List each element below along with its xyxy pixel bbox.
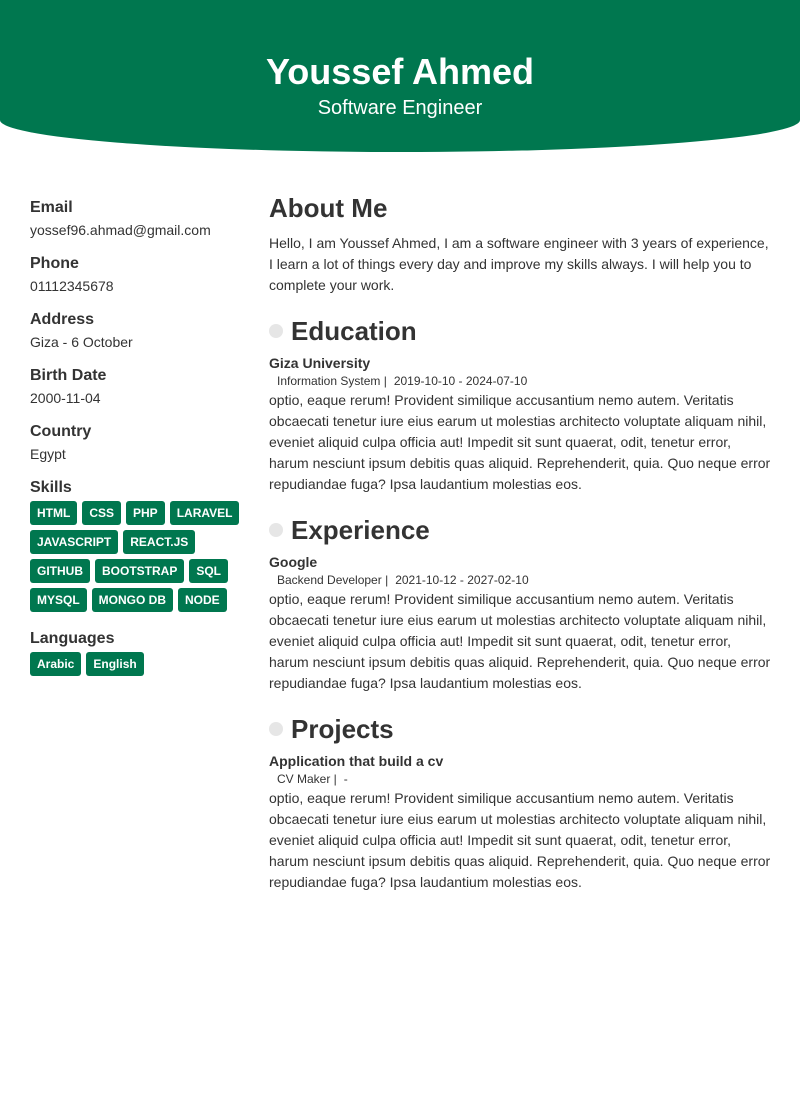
person-name: Youssef Ahmed	[265, 51, 535, 92]
languages-section: Languages Arabic English	[30, 629, 245, 676]
entry-meta: Backend Developer | 2021-10-12 - 2027-02-…	[269, 572, 771, 588]
resume-header: Youssef Ahmed Software Engineer	[0, 0, 800, 152]
entry-meta: CV Maker | -	[269, 771, 771, 787]
entry-role: CV Maker |	[277, 772, 337, 786]
main-content: About Me Hello, I am Youssef Ahmed, I am…	[269, 192, 771, 893]
section-heading: Experience	[269, 513, 771, 547]
info-email: Email yossef96.ahmad@gmail.com	[30, 198, 245, 239]
skill-tag: BOOTSTRAP	[95, 559, 185, 583]
skill-tag: JAVASCRIPT	[30, 530, 119, 554]
skills-section: Skills HTML CSS PHP LARAVEL JAVASCRIPT R…	[30, 478, 245, 612]
info-country: Country Egypt	[30, 422, 245, 463]
about-heading: About Me	[269, 193, 388, 223]
info-label: Email	[30, 199, 73, 216]
education-heading: Education	[291, 316, 417, 346]
entry-title: Giza University	[269, 355, 371, 371]
education-section: Education Giza University Information Sy…	[269, 314, 771, 495]
section-heading: Projects	[269, 712, 771, 746]
section-heading: Education	[269, 314, 771, 348]
skills-heading: Skills	[30, 479, 72, 496]
entry-description: optio, eaque rerum! Provident similique …	[269, 392, 771, 492]
info-label: Country	[30, 423, 92, 440]
projects-section: Projects Application that build a cv CV …	[269, 712, 771, 893]
job-title: Software Engineer	[317, 97, 483, 119]
languages-tag-list: Arabic English	[30, 652, 245, 676]
skill-tag: HTML	[30, 501, 78, 525]
skill-tag: NODE	[178, 588, 227, 612]
about-section: About Me Hello, I am Youssef Ahmed, I am…	[269, 192, 771, 296]
skill-tag: LARAVEL	[169, 501, 240, 525]
skill-tag: MONGO DB	[91, 588, 174, 612]
entry-role: Backend Developer |	[277, 573, 389, 587]
skill-tag: PHP	[126, 501, 165, 525]
bullet-dot-icon	[269, 722, 283, 736]
entry-description: optio, eaque rerum! Provident similique …	[269, 790, 771, 890]
experience-entry: Google Backend Developer | 2021-10-12 - 2…	[269, 553, 771, 694]
skill-tag: GITHUB	[30, 559, 90, 583]
language-tag: Arabic	[30, 652, 82, 676]
info-birth-date: Birth Date 2000-11-04	[30, 366, 245, 407]
experience-heading: Experience	[291, 515, 430, 545]
skill-tag: REACT.JS	[123, 530, 196, 554]
languages-heading: Languages	[30, 630, 115, 647]
skill-tag: MYSQL	[30, 588, 87, 612]
bullet-dot-icon	[269, 324, 283, 338]
entry-title: Application that build a cv	[269, 753, 444, 769]
projects-heading: Projects	[291, 714, 394, 744]
entry-description: optio, eaque rerum! Provident similique …	[269, 591, 771, 691]
entry-dates: 2021-10-12 - 2027-02-10	[395, 573, 529, 587]
address-value: Giza - 6 October	[30, 334, 133, 350]
about-text: Hello, I am Youssef Ahmed, I am a softwa…	[269, 235, 769, 293]
info-label: Address	[30, 311, 95, 328]
entry-dates: 2019-10-10 - 2024-07-10	[393, 374, 528, 388]
project-entry: Application that build a cv CV Maker | - …	[269, 752, 771, 893]
bullet-dot-icon	[269, 523, 283, 537]
experience-section: Experience Google Backend Developer | 202…	[269, 513, 771, 694]
info-phone: Phone 01112345678	[30, 254, 245, 295]
info-label: Birth Date	[30, 367, 107, 384]
entry-dates: -	[343, 772, 348, 786]
birth-date-value: 2000-11-04	[30, 390, 101, 406]
phone-value: 01112345678	[30, 278, 114, 294]
sidebar: Email yossef96.ahmad@gmail.com Phone 011…	[30, 198, 245, 676]
entry-role: Information System |	[277, 374, 387, 388]
skills-tag-list: HTML CSS PHP LARAVEL JAVASCRIPT REACT.JS…	[30, 501, 245, 612]
info-address: Address Giza - 6 October	[30, 310, 245, 351]
email-value: yossef96.ahmad@gmail.com	[30, 222, 211, 238]
education-entry: Giza University Information System | 2019…	[269, 354, 771, 495]
country-value: Egypt	[30, 446, 66, 462]
language-tag: English	[86, 652, 144, 676]
skill-tag: CSS	[82, 501, 122, 525]
entry-meta: Information System | 2019-10-10 - 2024-07…	[269, 373, 771, 389]
info-label: Phone	[30, 255, 79, 272]
entry-title: Google	[269, 554, 318, 570]
skill-tag: SQL	[189, 559, 229, 583]
